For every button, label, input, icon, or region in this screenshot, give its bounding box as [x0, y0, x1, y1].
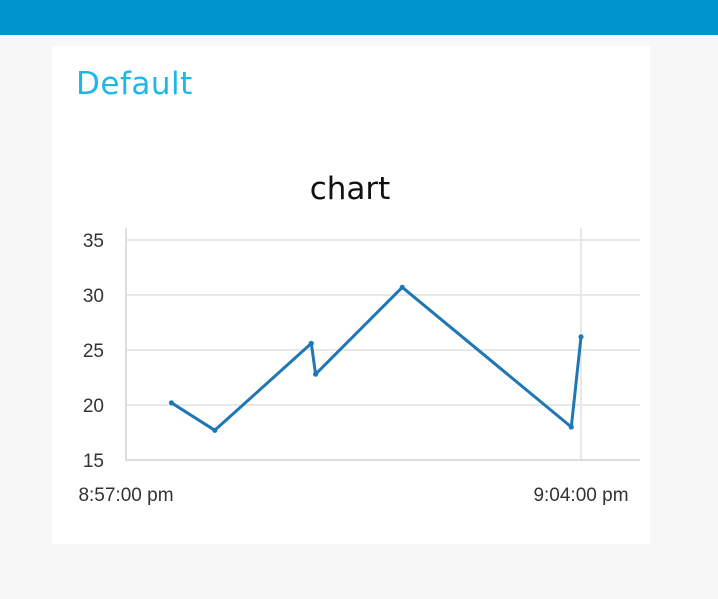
line-chart: chart 35 30 25 20 15 8:57:00 pm 9:04:00 pm [78, 171, 640, 506]
data-point [312, 371, 319, 377]
data-point [568, 424, 574, 430]
y-tick-label: 20 [83, 396, 104, 417]
data-point [212, 427, 218, 433]
x-tick-label: 8:57:00 pm [78, 485, 173, 506]
series-layer [168, 284, 584, 433]
data-point [168, 400, 175, 406]
tick-labels: 35 30 25 20 15 8:57:00 pm 9:04:00 pm [78, 231, 628, 506]
header-bar [0, 0, 718, 35]
y-tick-label: 15 [83, 451, 104, 472]
y-tick-label: 30 [83, 286, 104, 307]
data-point [578, 334, 584, 340]
y-tick-label: 25 [83, 341, 104, 362]
chart-title: chart [310, 171, 391, 207]
grid-layer [125, 228, 640, 460]
data-point [399, 284, 405, 290]
series-line [170, 285, 583, 432]
data-point [308, 340, 314, 346]
axis-layer [125, 228, 640, 461]
y-tick-label: 35 [83, 231, 104, 252]
chart-card: Default chart 35 30 25 20 15 8:57:00 pm 9:04:0… [52, 46, 650, 544]
x-tick-label: 9:04:00 pm [533, 485, 628, 506]
